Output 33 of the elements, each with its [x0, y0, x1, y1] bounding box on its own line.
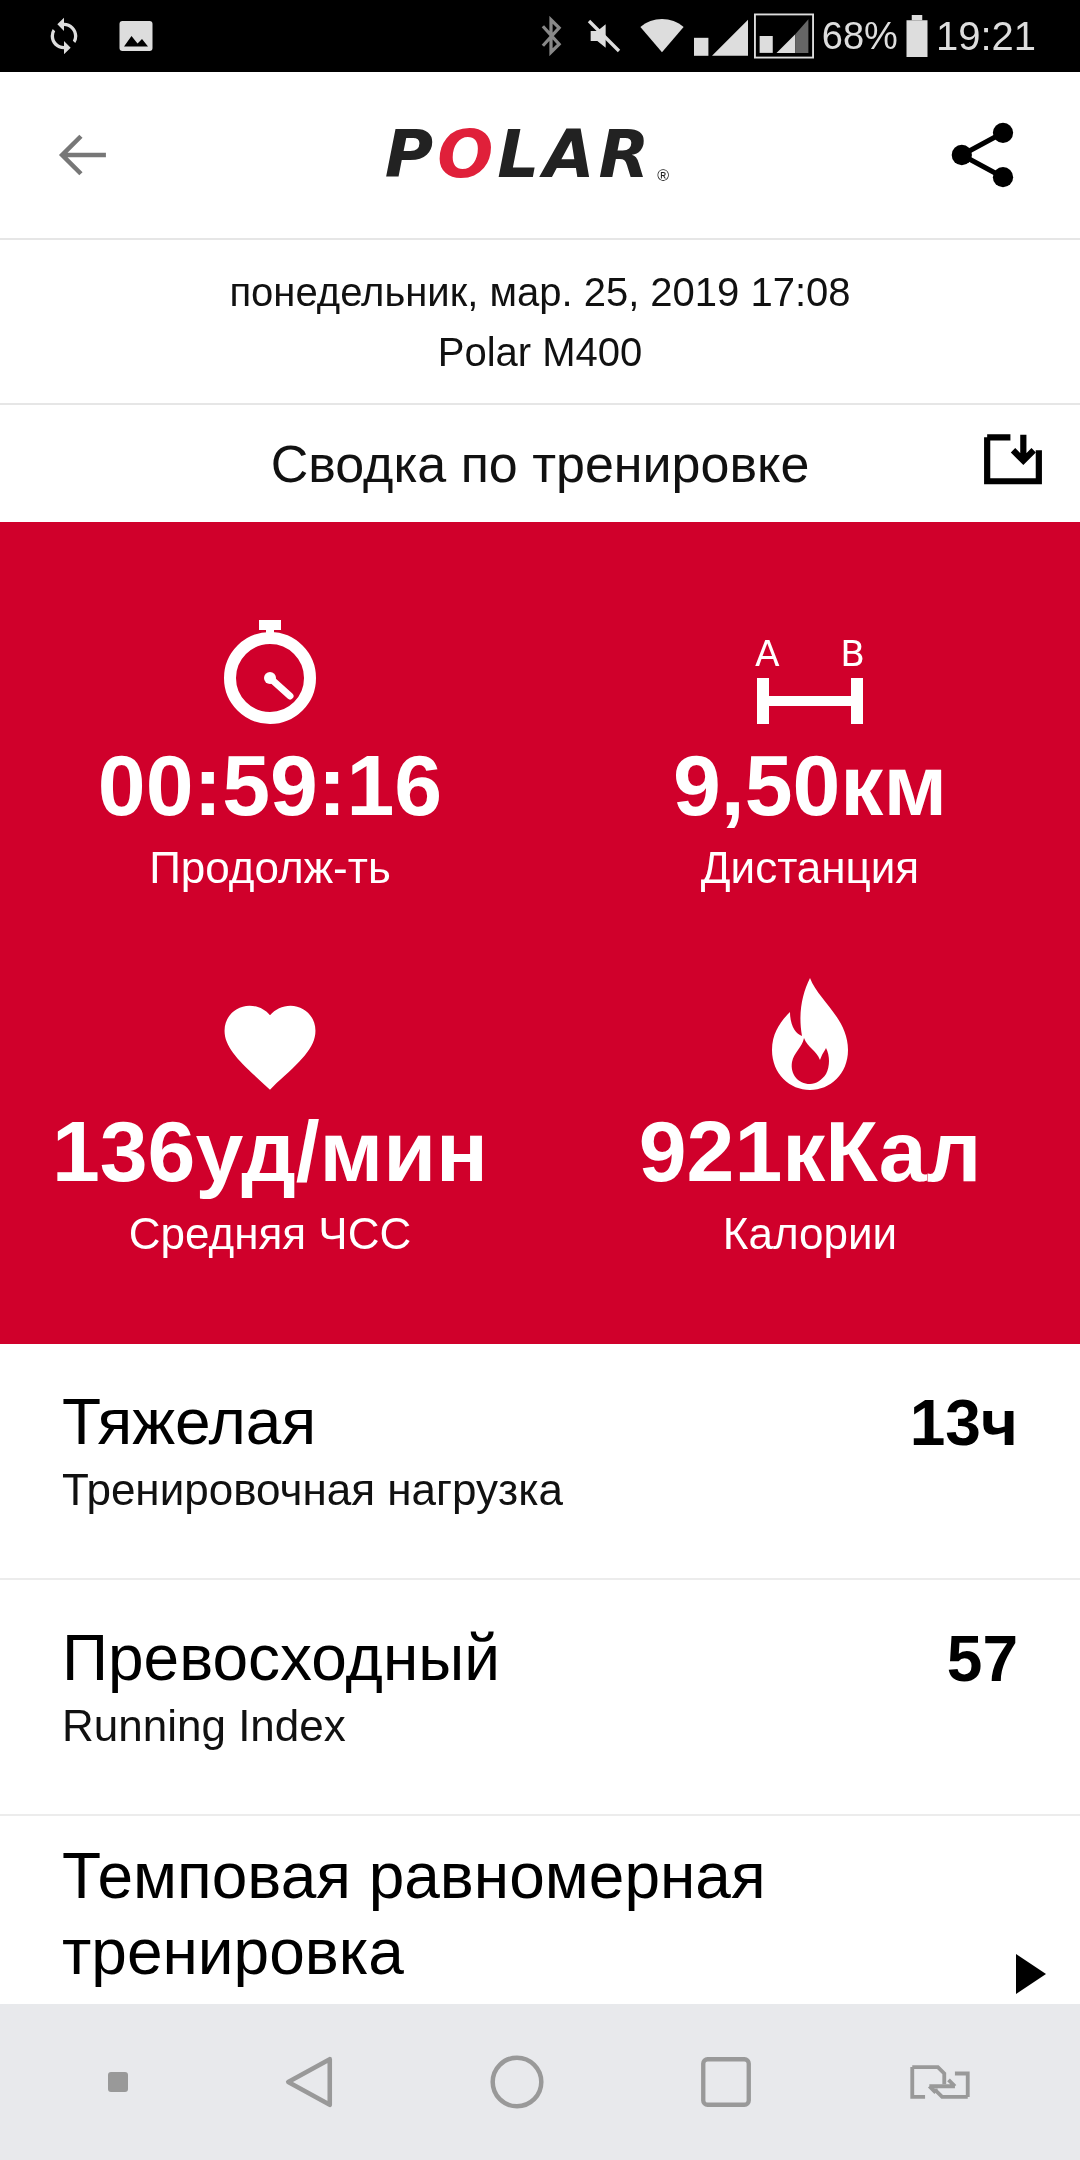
section-title: Сводка по тренировке: [270, 433, 810, 495]
wifi-icon: [639, 18, 684, 54]
back-arrow-icon[interactable]: [58, 132, 108, 178]
battery-percent: 68%: [821, 13, 898, 59]
device-name: Polar M400: [437, 328, 643, 376]
row-title: Темповая равномерная тренировка: [62, 1839, 767, 1990]
row-title: Превосходный: [62, 1621, 501, 1696]
home-icon[interactable]: [490, 2055, 544, 2109]
row-subtitle: Running Index: [62, 1700, 347, 1752]
flame-icon: [770, 976, 850, 1092]
signal-icon: [753, 13, 814, 59]
endpoint-label: A: [755, 636, 780, 672]
metric-label: Дистанция: [700, 842, 920, 894]
metric-label: Средняя ЧСС: [128, 1208, 412, 1260]
metric-value: 136уд/мин: [51, 1102, 489, 1201]
summary-row[interactable]: Темповая равномерная тренировка: [0, 1816, 1080, 2003]
row-value: 13ч: [909, 1386, 1018, 1461]
clock: 19:21: [935, 13, 1036, 60]
row-value: 57: [946, 1622, 1018, 1697]
back-icon[interactable]: [284, 2055, 334, 2109]
row-subtitle: Тренировочная нагрузка: [62, 1464, 564, 1516]
metric-value: 00:59:16: [97, 736, 443, 835]
row-title: Тяжелая: [62, 1385, 318, 1460]
image-icon: [118, 18, 154, 54]
metric-value: 9,50км: [672, 736, 947, 835]
recents-icon[interactable]: [700, 2056, 752, 2108]
battery-icon: [905, 15, 928, 57]
session-date: понедельник, мар. 25, 2019 17:08: [229, 268, 851, 316]
metric-value: 921кКал: [638, 1102, 982, 1201]
metric-label: Продолж-ть: [149, 842, 391, 894]
logo: POLAR®: [384, 122, 670, 188]
endpoint-label: B: [840, 636, 865, 672]
metric-label: Калории: [722, 1208, 898, 1260]
